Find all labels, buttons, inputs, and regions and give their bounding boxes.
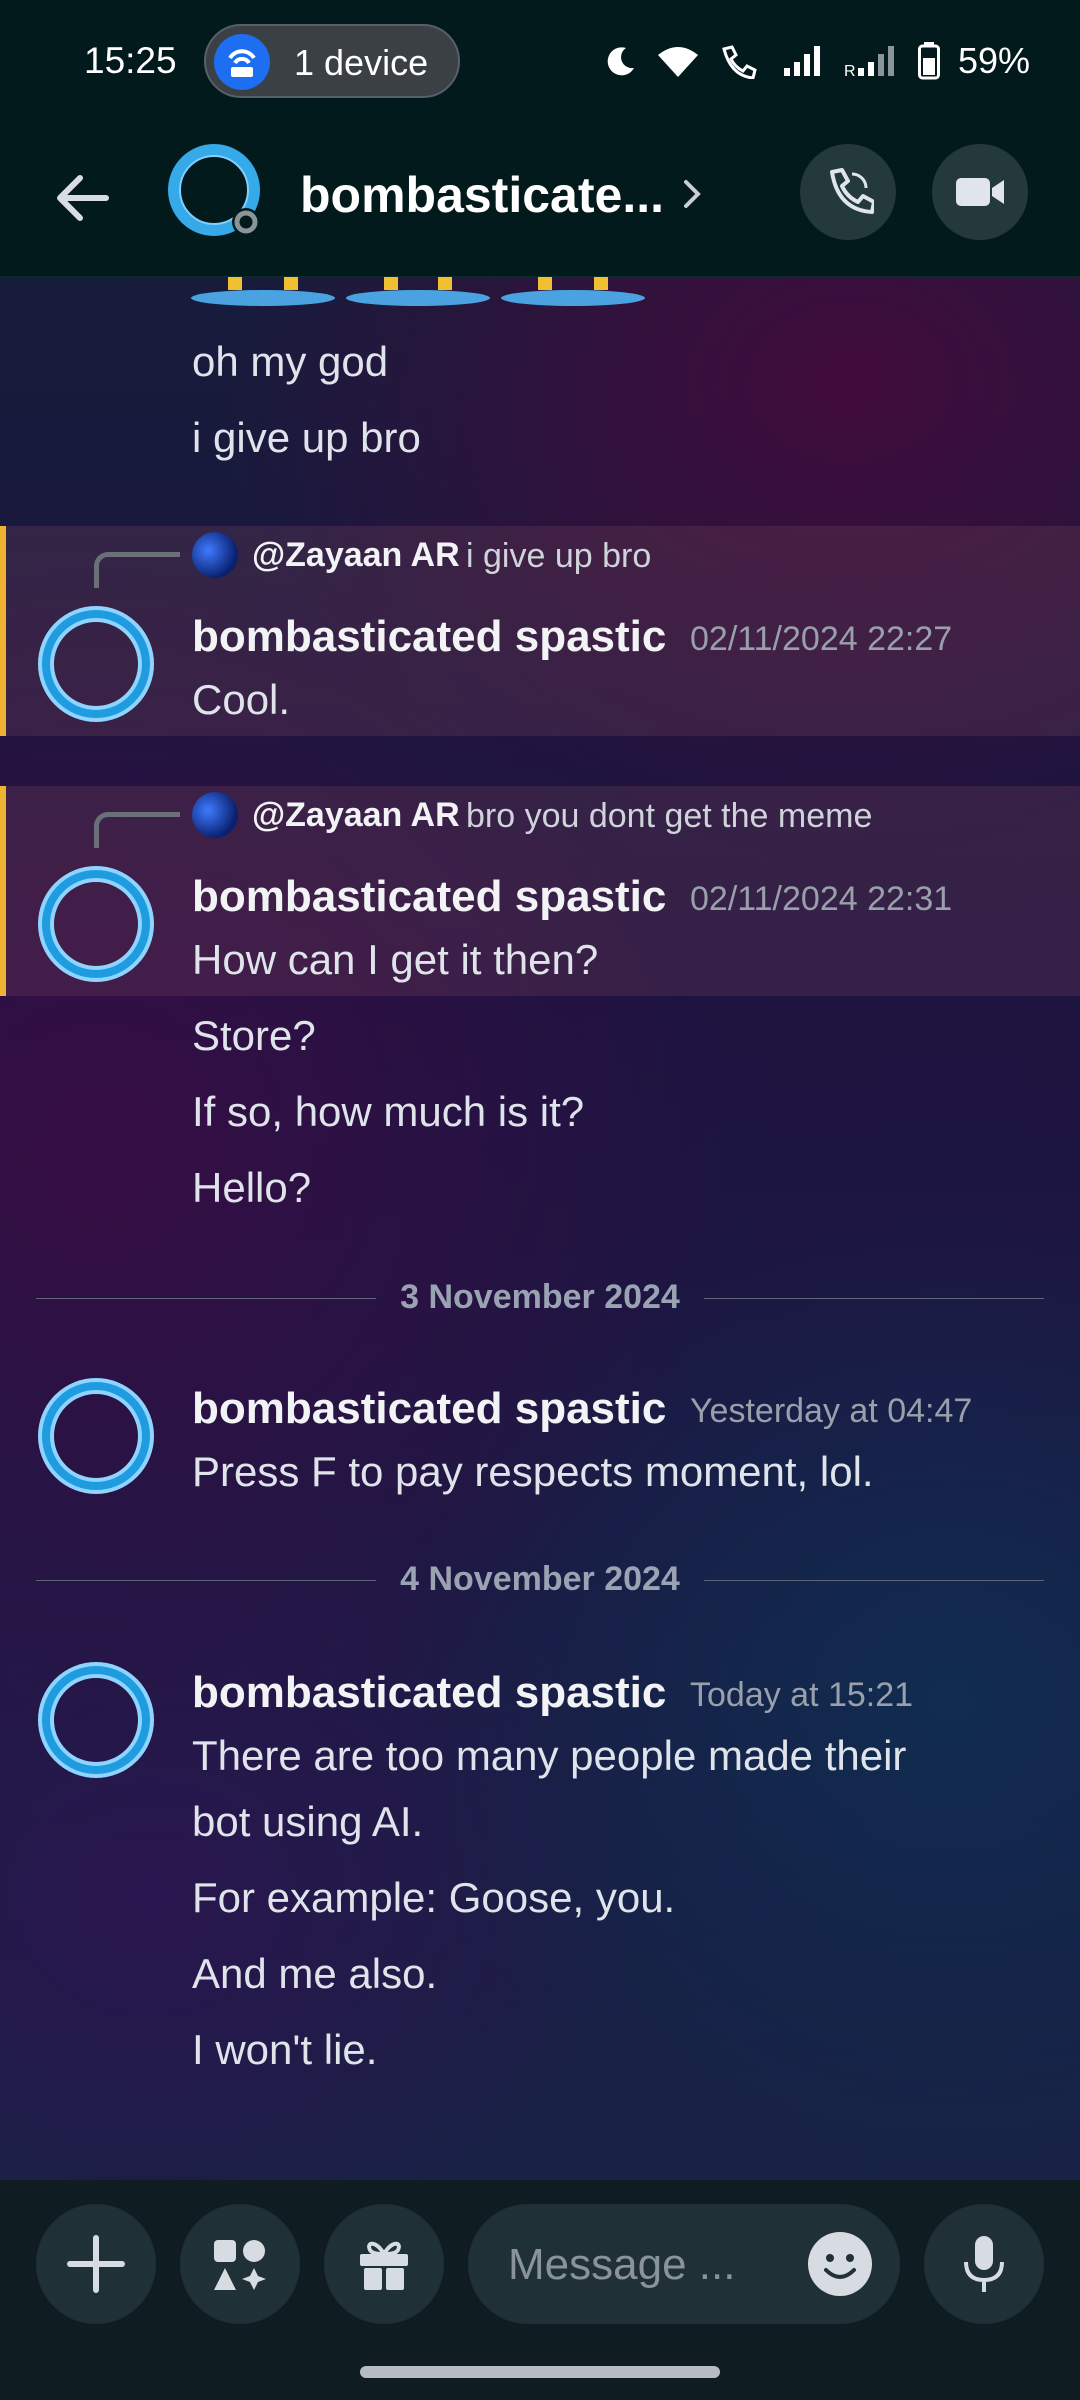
message-text[interactable]: For example: Goose, you. [192, 1874, 675, 1922]
reply-author[interactable]: @Zayaan AR [252, 536, 460, 575]
date-divider-label: 4 November 2024 [400, 1560, 680, 1598]
reply-connector [94, 812, 180, 848]
home-indicator[interactable] [360, 2366, 720, 2378]
message-text[interactable]: Cool. [192, 676, 290, 724]
video-call-button[interactable] [932, 144, 1028, 240]
date-divider-label: 3 November 2024 [400, 1278, 680, 1316]
svg-text:R: R [844, 63, 856, 78]
message-text[interactable]: There are too many people made their [192, 1732, 906, 1780]
message-text[interactable]: I won't lie. [192, 2026, 377, 2074]
message-text[interactable]: oh my god [192, 338, 388, 386]
apps-icon [214, 2240, 266, 2290]
voice-message-button[interactable] [924, 2204, 1044, 2324]
chevron-right-icon [684, 180, 701, 208]
message-text[interactable]: bot using AI. [192, 1798, 423, 1846]
message-input-placeholder: Message ... [508, 2240, 736, 2289]
gift-icon [360, 2241, 408, 2290]
battery-percentage: 59% [957, 40, 1030, 81]
status-bar: 15:25 1 device R 59% [0, 0, 1080, 128]
message-text[interactable]: Store? [192, 1012, 316, 1060]
video-camera-icon [956, 178, 1004, 206]
wifi-call-icon [722, 45, 757, 79]
message-timestamp: Today at 15:21 [690, 1676, 914, 1714]
message-text[interactable]: Press F to pay respects moment, lol. [192, 1448, 874, 1496]
reply-author[interactable]: @Zayaan AR [252, 796, 460, 835]
reply-preview[interactable]: i give up bro [466, 537, 651, 576]
chat-header: bombasticate... [0, 128, 1080, 277]
message-author[interactable]: bombasticated spastic [192, 612, 666, 662]
attach-button[interactable] [36, 2204, 156, 2324]
voice-call-button[interactable] [800, 144, 896, 240]
arrow-left-icon [57, 175, 109, 221]
message-timestamp: Yesterday at 04:47 [690, 1392, 973, 1430]
microphone-icon [964, 2236, 1004, 2292]
reply-connector [94, 552, 180, 588]
message-author[interactable]: bombasticated spastic [192, 872, 666, 922]
plus-icon [67, 2235, 125, 2293]
phone-icon [830, 168, 874, 214]
message-text[interactable]: Hello? [192, 1164, 311, 1212]
hotspot-label: 1 device [294, 42, 429, 83]
header-avatar[interactable] [168, 144, 264, 240]
hotspot-icon [214, 34, 270, 90]
hotspot-pill[interactable]: 1 device [204, 24, 460, 98]
chat-background [0, 0, 1080, 2400]
battery-icon [917, 42, 940, 80]
avatar[interactable] [36, 1660, 156, 1780]
date-divider: 4 November 2024 [36, 1558, 1044, 1602]
back-button[interactable] [52, 168, 112, 233]
gift-button[interactable] [324, 2204, 444, 2324]
sticker-partial [191, 276, 645, 306]
message-author[interactable]: bombasticated spastic [192, 1668, 666, 1718]
message-timestamp: 02/11/2024 22:27 [690, 620, 953, 658]
status-time: 15:25 [84, 40, 177, 81]
message-text[interactable]: And me also. [192, 1950, 437, 1998]
signal-icon [783, 46, 820, 76]
reply-avatar [192, 532, 238, 578]
message-timestamp: 02/11/2024 22:31 [690, 880, 953, 918]
reply-preview[interactable]: bro you dont get the meme [466, 797, 872, 836]
avatar[interactable] [36, 864, 156, 984]
wifi-icon [657, 47, 698, 77]
message-author[interactable]: bombasticated spastic [192, 1384, 666, 1434]
date-divider: 3 November 2024 [36, 1276, 1044, 1320]
message-text[interactable]: How can I get it then? [192, 936, 598, 984]
message-text[interactable]: If so, how much is it? [192, 1088, 584, 1136]
avatar[interactable] [36, 604, 156, 724]
message-text[interactable]: i give up bro [192, 414, 421, 462]
emoji-icon[interactable] [806, 2230, 874, 2298]
apps-button[interactable] [180, 2204, 300, 2324]
signal-roaming-icon: R [844, 46, 894, 78]
avatar[interactable] [36, 1376, 156, 1496]
reply-avatar [192, 792, 238, 838]
chat-title[interactable]: bombasticate... [300, 166, 664, 224]
message-input[interactable]: Message ... [468, 2204, 900, 2324]
moon-icon [607, 47, 634, 76]
